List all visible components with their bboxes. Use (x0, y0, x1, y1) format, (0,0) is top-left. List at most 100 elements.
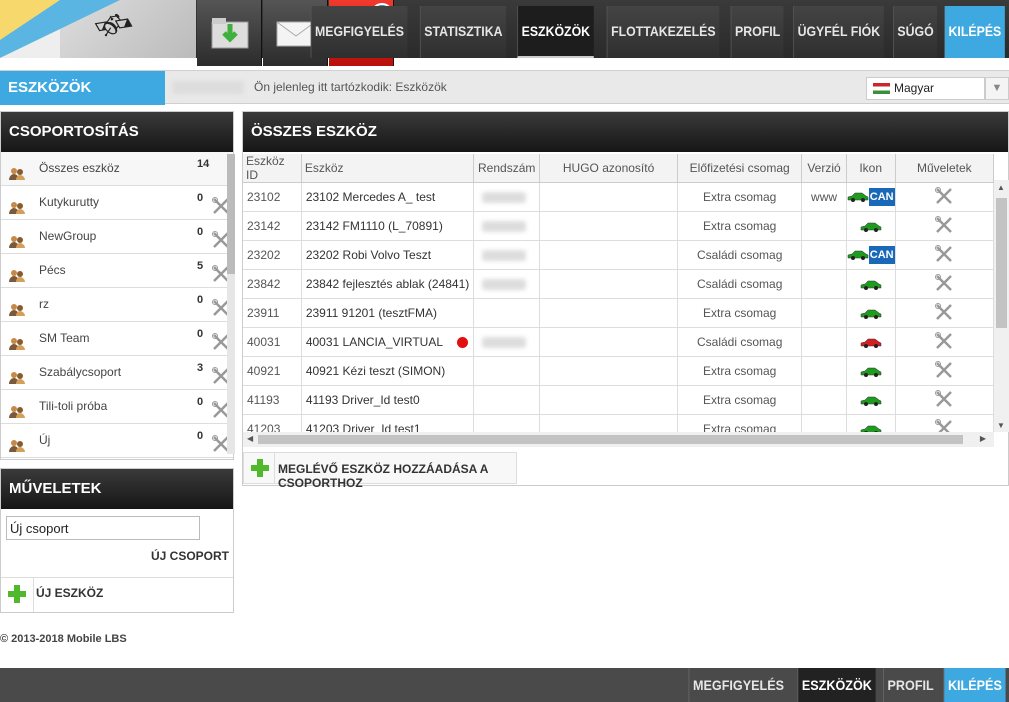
version-cell (801, 240, 847, 270)
vertical-scrollbar[interactable]: ▲ ▼ (994, 180, 1009, 432)
plate-cell (473, 356, 541, 386)
footer-logout-button[interactable]: KILÉPÉS (943, 668, 1006, 702)
device-name[interactable]: 23911 91201 (tesztFMA) (301, 298, 475, 328)
group-item[interactable]: Kutykurutty 0 (1, 186, 233, 220)
device-id: 23142 (243, 211, 302, 241)
device-name-text: 40921 Kézi teszt (SIMON) (305, 364, 446, 378)
device-name[interactable]: 23202 Robi Volvo Teszt (301, 240, 475, 270)
operations-panel: MŰVELETEK ÚJ CSOPORT ÚJ ESZKÖZ (0, 468, 234, 613)
tools-icon[interactable] (934, 331, 954, 353)
table-row[interactable]: 23202 23202 Robi Volvo Teszt Családi csoma… (243, 240, 995, 270)
nav-4[interactable]: PROFIL (730, 6, 784, 58)
table-row[interactable]: 41193 41193 Driver_Id test0 Extra csomag (243, 385, 995, 415)
device-name[interactable]: 23142 FM1110 (L_70891) (301, 211, 475, 241)
device-name[interactable]: 40921 Kézi teszt (SIMON) (301, 356, 475, 386)
version-cell (801, 211, 847, 241)
plus-icon[interactable] (7, 584, 27, 604)
groups-list: Összes eszköz 14 Kutykurutty 0 NewGroup 0 Pécs… (1, 152, 233, 459)
column-header[interactable]: Rendszám (473, 154, 541, 183)
nav-5[interactable]: ÜGYFÉL FIÓK (793, 6, 884, 58)
column-header[interactable]: Ikon (846, 154, 896, 183)
group-item[interactable]: Új 0 (1, 424, 233, 458)
group-count: 14 (197, 158, 210, 170)
column-header[interactable]: Verzió (801, 154, 847, 183)
device-name[interactable]: 23842 fejlesztés ablak (24841) (301, 269, 475, 299)
tools-icon[interactable] (934, 273, 954, 295)
icon-cell (846, 269, 896, 299)
download-tile[interactable] (197, 0, 262, 66)
group-item[interactable]: rz 0 (1, 288, 233, 322)
column-header[interactable]: Eszköz ID (243, 154, 302, 183)
group-name: Pécs (39, 263, 66, 277)
logo[interactable]: 🛰 (0, 0, 196, 58)
new-group-input[interactable] (6, 516, 200, 540)
device-name-text: 23202 Robi Volvo Teszt (305, 248, 432, 262)
device-name-text: 23102 Mercedes A_ test (305, 190, 436, 204)
device-id: 40031 (243, 327, 302, 357)
nav-3[interactable]: FLOTTAKEZELÉS (606, 6, 719, 58)
device-name[interactable]: 23102 Mercedes A_ test (301, 182, 475, 212)
table-row[interactable]: 23102 23102 Mercedes A_ test Extra csomag w… (243, 182, 995, 212)
new-device-button[interactable]: ÚJ ESZKÖZ (36, 586, 103, 600)
tools-icon[interactable] (934, 360, 954, 382)
group-icon (9, 399, 25, 418)
table-row[interactable]: 40031 40031 LANCIA_VIRTUAL Családi csomag (243, 327, 995, 357)
table-row[interactable]: 23842 23842 fejlesztés ablak (24841) Csalá… (243, 269, 995, 299)
plan-cell: Extra csomag (677, 182, 803, 212)
device-name[interactable]: 40031 LANCIA_VIRTUAL (301, 327, 475, 357)
group-item[interactable]: Szabálycsoport 3 (1, 356, 233, 390)
nav-1[interactable]: STATISZTIKA (420, 6, 507, 58)
language-select[interactable]: Magyar (866, 77, 985, 100)
group-icon (9, 331, 25, 350)
icon-cell: CAN (846, 240, 896, 270)
table-row[interactable]: 23142 23142 FM1110 (L_70891) Extra csomag (243, 211, 995, 241)
version-cell (801, 269, 847, 299)
can-badge: CAN (868, 246, 895, 264)
footer-nav-1[interactable]: ESZKÖZÖK (797, 668, 876, 702)
icon-cell (846, 298, 896, 328)
footer-nav-2[interactable]: PROFIL (882, 668, 937, 702)
nav-6[interactable]: SÚGÓ (892, 6, 938, 58)
table-row[interactable]: 40921 40921 Kézi teszt (SIMON) Extra csoma… (243, 356, 995, 386)
device-name-text: 23911 91201 (tesztFMA) (305, 306, 438, 320)
group-item[interactable]: Összes eszköz 14 (1, 152, 233, 186)
nav-0[interactable]: MEGFIGYELÉS (310, 6, 408, 58)
group-item[interactable]: NewGroup 0 (1, 220, 233, 254)
icon-cell (846, 385, 896, 415)
column-header[interactable]: Műveletek (895, 154, 995, 183)
device-name[interactable]: 41193 Driver_Id test0 (301, 385, 475, 415)
can-badge: CAN (868, 188, 895, 206)
hugo-cell (539, 298, 679, 328)
blurred-plate (482, 250, 527, 261)
folder-download-icon (211, 18, 249, 49)
footer-nav-0[interactable]: MEGFIGYELÉS (688, 668, 787, 702)
nav-2[interactable]: ESZKÖZÖK (517, 6, 594, 58)
table-row[interactable]: 23911 23911 91201 (tesztFMA) Extra csomag (243, 298, 995, 328)
hugo-cell (539, 385, 679, 415)
group-item[interactable]: Tili-toli próba 0 (1, 390, 233, 424)
tools-icon[interactable] (934, 215, 954, 237)
horizontal-scrollbar[interactable]: ◀ ▶ (243, 432, 994, 447)
logout-button[interactable]: KILÉPÉS (944, 6, 1005, 58)
chevron-down-icon[interactable]: ▼ (985, 77, 1009, 100)
tools-icon[interactable] (934, 302, 954, 324)
icon-cell (846, 327, 896, 357)
group-item[interactable]: Pécs 5 (1, 254, 233, 288)
hugo-cell (539, 327, 679, 357)
device-name-text: 41193 Driver_Id test0 (305, 393, 420, 407)
plan-cell: Extra csomag (677, 385, 803, 415)
group-item[interactable]: SM Team 0 (1, 322, 233, 356)
new-group-button[interactable]: ÚJ CSOPORT (151, 549, 229, 563)
add-to-group-button[interactable]: MEGLÉVŐ ESZKÖZ HOZZÁADÁSA A CSOPORTHOZ (243, 452, 517, 490)
column-header[interactable]: HUGO azonosító (539, 154, 679, 183)
column-header[interactable]: Eszköz (301, 154, 475, 183)
column-header[interactable]: Előfizetési csomag (677, 154, 803, 183)
tools-icon[interactable] (934, 186, 954, 208)
car-icon (860, 306, 882, 320)
groups-scrollbar[interactable] (227, 154, 235, 454)
device-name-text: 40031 LANCIA_VIRTUAL (305, 335, 444, 349)
hugo-cell (539, 240, 679, 270)
tools-icon[interactable] (934, 389, 954, 411)
device-name-text: 23142 FM1110 (L_70891) (305, 219, 443, 233)
tools-icon[interactable] (934, 244, 954, 266)
